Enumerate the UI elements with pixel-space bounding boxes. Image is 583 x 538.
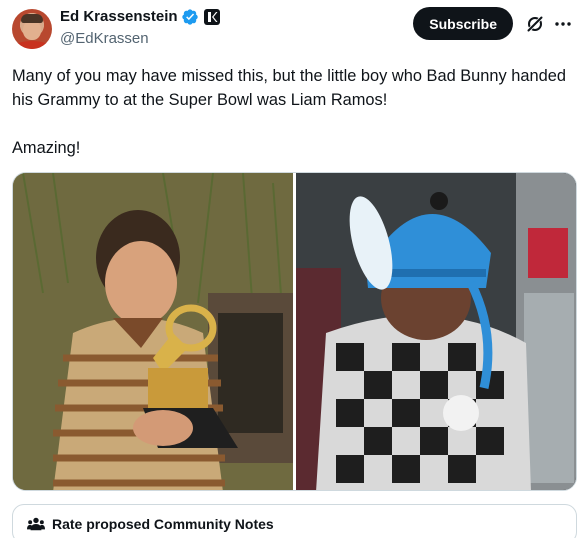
verified-badge-icon[interactable] bbox=[181, 8, 199, 26]
avatar[interactable] bbox=[12, 9, 52, 49]
affiliation-badge-icon[interactable] bbox=[203, 9, 220, 25]
author-info: Ed Krassenstein @EdKrassen bbox=[60, 6, 220, 49]
more-options-icon[interactable] bbox=[553, 14, 573, 34]
child-in-blue-hat-photo[interactable] bbox=[296, 173, 576, 490]
people-icon bbox=[27, 517, 45, 531]
community-notes-bar[interactable]: Rate proposed Community Notes bbox=[12, 504, 577, 538]
subscribe-button[interactable]: Subscribe bbox=[413, 7, 513, 40]
avatar-shirt bbox=[14, 41, 50, 49]
boy-grammy-illustration bbox=[13, 173, 293, 490]
grok-icon[interactable] bbox=[525, 14, 545, 34]
child-blue-hat-illustration bbox=[296, 173, 576, 490]
name-row: Ed Krassenstein bbox=[60, 6, 220, 28]
avatar-face bbox=[23, 20, 41, 40]
post-header: Ed Krassenstein @EdKrassen Subscribe bbox=[12, 6, 573, 52]
media-grid bbox=[12, 172, 577, 491]
boy-holding-grammy-photo[interactable] bbox=[13, 173, 293, 490]
author-handle[interactable]: @EdKrassen bbox=[60, 29, 220, 49]
community-notes-label: Rate proposed Community Notes bbox=[52, 516, 274, 532]
header-actions: Subscribe bbox=[413, 6, 573, 40]
display-name[interactable]: Ed Krassenstein bbox=[60, 7, 178, 27]
avatar-hair bbox=[21, 14, 43, 23]
post-text: Many of you may have missed this, but th… bbox=[12, 67, 566, 157]
